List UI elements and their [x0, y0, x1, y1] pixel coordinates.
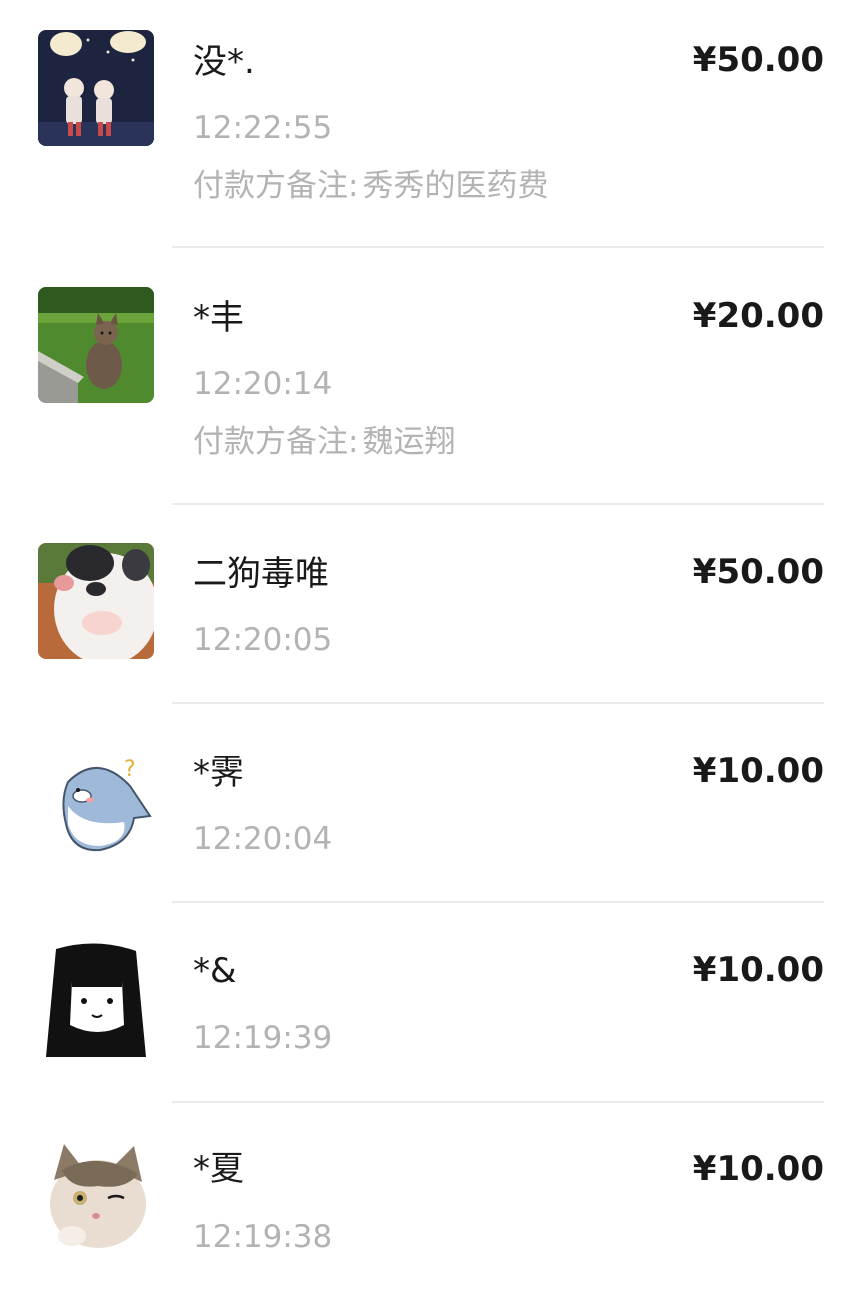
payment-time: 12:20:04: [193, 821, 333, 857]
avatar-image: [38, 543, 154, 659]
cat-on-grass-avatar[interactable]: [38, 287, 154, 403]
payer-note: 付款方备注: 魏运翔: [193, 424, 455, 460]
payment-amount: ¥50.00: [692, 40, 824, 80]
payer-name: *霁: [193, 753, 244, 793]
svg-text:?: ?: [124, 757, 136, 782]
payer-name: *丰: [193, 298, 244, 338]
winking-cat-avatar[interactable]: [38, 1140, 154, 1256]
avatar-image: [38, 1140, 154, 1256]
avatar-image: ?: [38, 742, 154, 858]
payer-name: *&: [193, 951, 237, 991]
payment-row[interactable]: 没*. ¥50.00 12:22:55 付款方备注: 秀秀的医药费: [0, 0, 864, 248]
shark-sticker-avatar[interactable]: ?: [38, 742, 154, 858]
payer-name: 没*.: [193, 42, 255, 82]
payment-amount: ¥10.00: [692, 751, 824, 791]
payment-amount: ¥10.00: [692, 1149, 824, 1189]
avatar-image: [38, 287, 154, 403]
avatar-image: [38, 30, 154, 146]
payment-time: 12:20:14: [193, 366, 333, 402]
payer-note-label: 付款方备注:: [193, 424, 359, 460]
payer-note-label: 付款方备注:: [193, 168, 359, 204]
payment-amount: ¥10.00: [692, 950, 824, 990]
payment-time: 12:20:05: [193, 622, 333, 658]
payment-time: 12:19:38: [193, 1219, 333, 1255]
payment-row[interactable]: *丰 ¥20.00 12:20:14 付款方备注: 魏运翔: [0, 248, 864, 505]
cat-closeup-avatar[interactable]: [38, 543, 154, 659]
payer-note-text: 魏运翔: [362, 424, 456, 460]
payment-row[interactable]: *夏 ¥10.00 12:19:38: [0, 1103, 864, 1294]
avatar-image: [38, 941, 154, 1057]
twins-illustration-avatar[interactable]: [38, 30, 154, 146]
payment-time: 12:22:55: [193, 110, 333, 146]
payer-name: *夏: [193, 1149, 244, 1189]
payer-note-text: 秀秀的医药费: [362, 168, 549, 204]
payer-name: 二狗毒唯: [193, 554, 329, 594]
anime-girl-avatar[interactable]: [38, 941, 154, 1057]
payment-time: 12:19:39: [193, 1020, 333, 1056]
payment-row[interactable]: 二狗毒唯 ¥50.00 12:20:05: [0, 504, 864, 704]
payment-row[interactable]: ? *霁 ¥10.00 12:20:04: [0, 704, 864, 903]
payment-amount: ¥50.00: [692, 552, 824, 592]
payment-amount: ¥20.00: [692, 296, 824, 336]
payment-row[interactable]: *& ¥10.00 12:19:39: [0, 903, 864, 1103]
payer-note: 付款方备注: 秀秀的医药费: [193, 168, 548, 204]
